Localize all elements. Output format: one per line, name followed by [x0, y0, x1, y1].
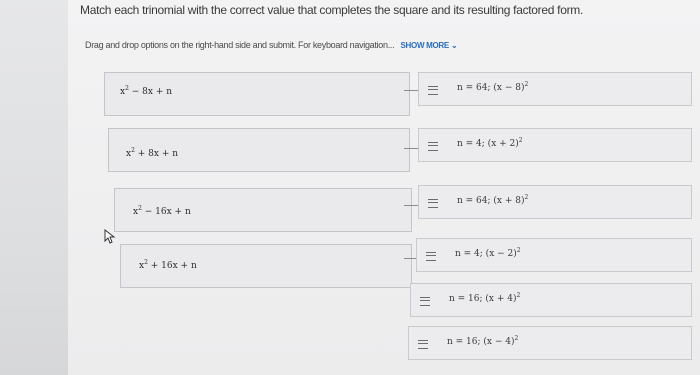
drag-option[interactable]: n = 64; (x + 8)2 [418, 185, 692, 219]
trinomial-expression: x2 + 16x + n [139, 259, 197, 272]
mouse-cursor-icon [104, 229, 116, 244]
drag-option[interactable]: n = 4; (x − 2)2 [416, 238, 692, 272]
drag-handle-icon[interactable] [426, 252, 436, 261]
drop-target-line[interactable] [404, 148, 418, 149]
drag-handle-icon[interactable] [428, 142, 438, 151]
show-more-label: SHOW MORE [400, 41, 450, 50]
show-more-button[interactable]: SHOW MORE ⌄ [401, 41, 458, 50]
drop-target-line[interactable] [404, 205, 418, 206]
drop-target-line[interactable] [404, 90, 418, 91]
drag-option[interactable]: n = 16; (x + 4)2 [410, 283, 692, 317]
drag-handle-icon[interactable] [418, 340, 428, 349]
drag-handle-icon[interactable] [420, 297, 430, 306]
option-label: n = 16; (x − 4)2 [447, 335, 519, 348]
drag-handle-icon[interactable] [428, 199, 438, 208]
drag-option[interactable]: n = 16; (x − 4)2 [408, 326, 692, 360]
option-label: n = 64; (x + 8)2 [457, 194, 529, 207]
trinomial-box: x2 + 8x + n [108, 128, 410, 172]
drag-option[interactable]: n = 64; (x − 8)2 [418, 72, 692, 106]
instructions: Drag and drop options on the right-hand … [85, 40, 458, 50]
option-label: n = 4; (x + 2)2 [457, 137, 523, 150]
option-label: n = 16; (x + 4)2 [449, 292, 521, 305]
trinomial-expression: x2 − 8x + n [120, 85, 173, 98]
trinomial-expression: x2 + 8x + n [126, 147, 179, 160]
chevron-down-icon: ⌄ [450, 41, 458, 50]
option-label: n = 4; (x − 2)2 [455, 247, 521, 260]
option-label: n = 64; (x − 8)2 [457, 81, 529, 94]
trinomial-expression: x2 − 16x + n [133, 205, 191, 218]
trinomial-box: x2 − 16x + n [114, 188, 412, 232]
question-title: Match each trinomial with the correct va… [80, 3, 583, 17]
instructions-text: Drag and drop options on the right-hand … [85, 40, 395, 50]
drag-option[interactable]: n = 4; (x + 2)2 [418, 128, 692, 162]
drag-handle-icon[interactable] [428, 86, 438, 95]
trinomial-box: x2 − 8x + n [104, 72, 410, 116]
trinomial-box: x2 + 16x + n [120, 244, 412, 288]
